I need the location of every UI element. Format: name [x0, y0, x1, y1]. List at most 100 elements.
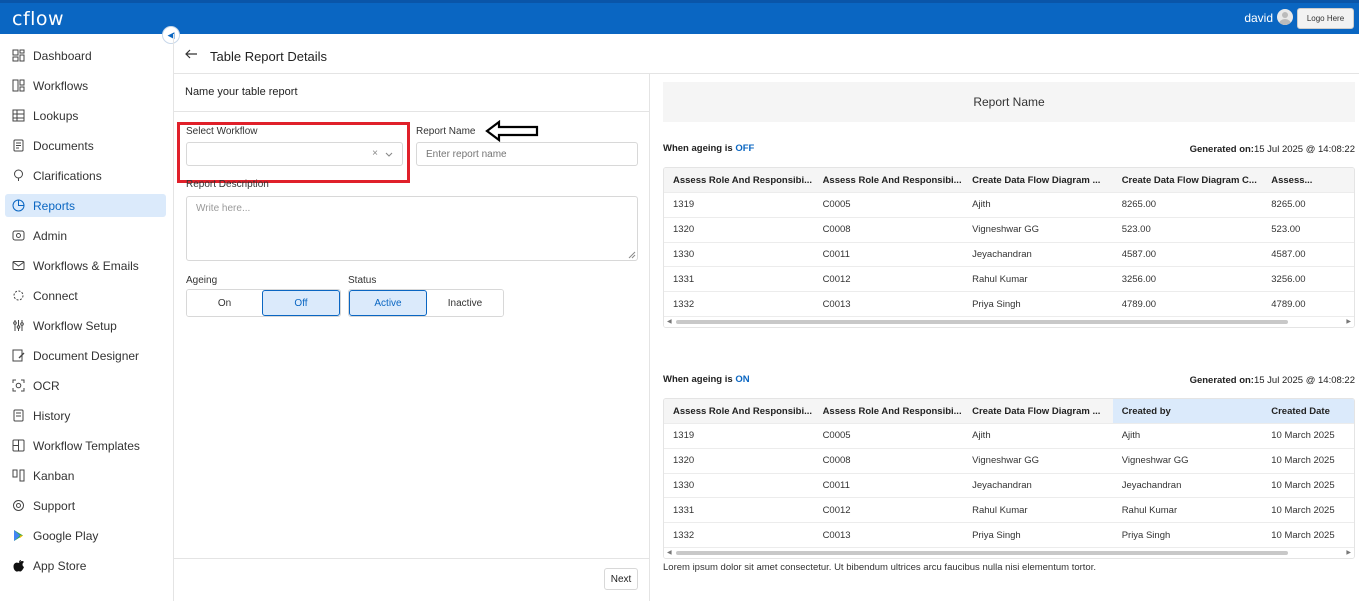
- sidebar-item-documents[interactable]: Documents: [5, 134, 166, 157]
- sidebar-item-label: Connect: [33, 288, 78, 303]
- table-cell: C0013: [822, 298, 851, 310]
- generated-label: Generated on:: [1189, 375, 1254, 386]
- sidebar-item-dashboard[interactable]: Dashboard: [5, 44, 166, 67]
- scroll-left-icon[interactable]: ◀: [667, 549, 672, 556]
- status-inactive-option[interactable]: Inactive: [427, 290, 503, 316]
- resize-handle-icon[interactable]: [628, 251, 636, 259]
- table-cell: 8265.00: [1271, 199, 1306, 211]
- main-content: Table Report Details Name your table rep…: [173, 34, 1359, 601]
- sidebar-item-lookups[interactable]: Lookups: [5, 104, 166, 127]
- sidebar-item-label: Dashboard: [33, 48, 92, 63]
- section-title: Name your table report: [185, 86, 298, 98]
- table-cell: C0013: [822, 529, 851, 541]
- report-name-label: Report Name: [416, 126, 476, 137]
- table-cell: 10 March 2025: [1271, 455, 1335, 467]
- preview-panel: Report Name When ageing is OFF Generated…: [651, 74, 1359, 601]
- column-header[interactable]: Created by: [1112, 399, 1263, 423]
- scroll-right-icon[interactable]: ▶: [1346, 318, 1351, 325]
- next-button[interactable]: Next: [604, 568, 638, 590]
- email-icon: [12, 259, 25, 272]
- table-cell: 3256.00: [1271, 273, 1306, 285]
- table-row: 1319 C0005 Ajith 8265.00 8265.00: [664, 193, 1354, 218]
- app-logo[interactable]: cflow: [12, 8, 64, 30]
- report-name-input[interactable]: [416, 142, 638, 166]
- sidebar-item-history[interactable]: History: [5, 404, 166, 427]
- table-ageing-off: Assess Role And Responsibi... Assess Role…: [663, 167, 1355, 328]
- status-active-option[interactable]: Active: [349, 290, 427, 316]
- table-cell: C0012: [822, 504, 851, 516]
- sidebar-item-kanban[interactable]: Kanban: [5, 464, 166, 487]
- column-header[interactable]: Created Date: [1262, 399, 1354, 423]
- table-cell: 1319: [673, 199, 695, 211]
- table-cell: Rahul Kumar: [1121, 504, 1178, 516]
- workflows-icon: [12, 79, 25, 92]
- table-row: 1330 C0011 Jeyachandran 4587.00 4587.00: [664, 243, 1354, 268]
- sidebar-item-workflows-emails[interactable]: Workflows & Emails: [5, 254, 166, 277]
- sidebar-item-reports[interactable]: Reports: [5, 194, 166, 217]
- sidebar-item-support[interactable]: Support: [5, 494, 166, 517]
- sidebar-item-label: History: [33, 408, 71, 423]
- table-cell: C0011: [822, 248, 850, 260]
- avatar[interactable]: [1277, 9, 1293, 25]
- table-cell: C0005: [822, 430, 851, 442]
- sidebar-item-connect[interactable]: Connect: [5, 284, 166, 307]
- table-cell: Priya Singh: [972, 298, 1021, 310]
- column-header[interactable]: Assess...: [1262, 168, 1354, 192]
- back-arrow-icon[interactable]: [184, 47, 198, 61]
- scroll-right-icon[interactable]: ▶: [1346, 549, 1351, 556]
- logo-here-button[interactable]: Logo Here: [1297, 8, 1354, 29]
- table-cell: 1332: [673, 298, 695, 310]
- dashboard-icon: [12, 49, 25, 62]
- divider: [174, 111, 650, 112]
- sidebar-item-workflow-templates[interactable]: Workflow Templates: [5, 434, 166, 457]
- sidebar-item-document-designer[interactable]: Document Designer: [5, 344, 166, 367]
- caption-value: ON: [735, 374, 750, 385]
- report-description-label: Report Description: [186, 179, 269, 190]
- table-cell: Vigneshwar GG: [972, 455, 1040, 467]
- table-cell: C0005: [822, 199, 851, 211]
- sidebar-item-google-play[interactable]: Google Play: [5, 524, 166, 547]
- scrollbar-thumb[interactable]: [676, 319, 1288, 324]
- report-description-textarea[interactable]: Write here...: [186, 196, 638, 261]
- table-cell: Jeyachandran: [1121, 479, 1182, 491]
- user-name[interactable]: david: [1244, 11, 1273, 25]
- sidebar-item-admin[interactable]: Admin: [5, 224, 166, 247]
- column-header[interactable]: Create Data Flow Diagram C...: [1113, 168, 1263, 192]
- column-header[interactable]: Assess Role And Responsibi...: [814, 168, 964, 192]
- scroll-left-icon[interactable]: ◀: [667, 318, 672, 325]
- caption-prefix: When ageing is: [663, 143, 736, 154]
- column-header[interactable]: Assess Role And Responsibi...: [664, 168, 814, 192]
- ageing-label: Ageing: [186, 275, 218, 286]
- sidebar-item-workflows[interactable]: Workflows: [5, 74, 166, 97]
- column-header[interactable]: Create Data Flow Diagram ...: [963, 168, 1113, 192]
- column-header[interactable]: Create Data Flow Diagram ...: [963, 399, 1113, 423]
- kanban-icon: [12, 469, 25, 482]
- sidebar-item-workflow-setup[interactable]: Workflow Setup: [5, 314, 166, 337]
- sidebar-item-label: Workflows: [33, 78, 89, 93]
- ageing-on-option[interactable]: On: [187, 290, 262, 316]
- report-name-heading: Report Name: [663, 82, 1355, 122]
- column-header[interactable]: Assess Role And Responsibi...: [664, 399, 814, 423]
- sidebar-item-clarifications[interactable]: Clarifications: [5, 164, 166, 187]
- table-ageing-on: Assess Role And Responsibi... Assess Role…: [663, 398, 1355, 559]
- scrollbar-thumb[interactable]: [676, 550, 1288, 555]
- table-cell: Vigneshwar GG: [972, 224, 1040, 236]
- column-header[interactable]: Assess Role And Responsibi...: [814, 399, 964, 423]
- status-toggle: Active Inactive: [348, 289, 504, 317]
- table-cell: Jeyachandran: [972, 479, 1032, 491]
- caption-value: OFF: [735, 143, 755, 154]
- table-cell: 10 March 2025: [1271, 529, 1335, 541]
- lookups-icon: [12, 109, 25, 122]
- ocr-icon: [12, 379, 25, 392]
- horizontal-scrollbar[interactable]: ◀ ▶: [664, 316, 1354, 327]
- table-cell: Priya Singh: [972, 529, 1021, 541]
- sidebar-item-label: Admin: [33, 228, 68, 243]
- table-row: 1330 C0011 Jeyachandran Jeyachandran 10 Marc…: [664, 474, 1354, 499]
- horizontal-scrollbar[interactable]: ◀ ▶: [664, 547, 1354, 558]
- table-cell: 1331: [673, 273, 695, 285]
- table-header-row: Assess Role And Responsibi... Assess Role…: [664, 168, 1354, 193]
- ageing-off-option[interactable]: Off: [262, 290, 340, 316]
- sidebar-item-ocr[interactable]: OCR: [5, 374, 166, 397]
- table-row: 1319 C0005 Ajith Ajith 10 March 2025: [664, 424, 1354, 449]
- sidebar-item-app-store[interactable]: App Store: [5, 554, 166, 577]
